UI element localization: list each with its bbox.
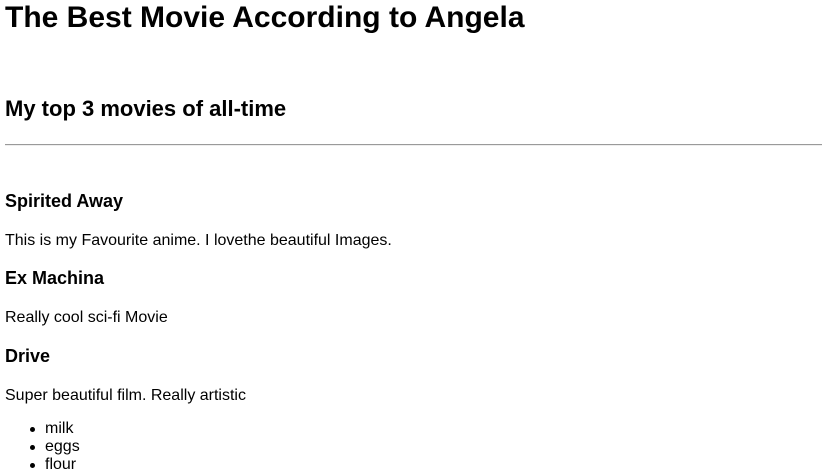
list-item: eggs — [0, 438, 80, 456]
list-item-label: flour — [45, 456, 77, 473]
movie-title-2: Ex Machina — [5, 268, 105, 288]
movie-title-1: Spirited Away — [5, 191, 124, 211]
list-item-label: milk — [45, 420, 74, 437]
list-item: flour — [0, 456, 80, 474]
list-item-label: eggs — [45, 438, 80, 455]
bullet-icon — [30, 445, 35, 450]
page-title: The Best Movie According to Angela — [5, 1, 525, 34]
page-subtitle: My top 3 movies of all-time — [5, 96, 287, 121]
movie-description-2: Really cool sci-fi Movie — [5, 309, 168, 326]
movie-description-3: Super beautiful film. Really artistic — [5, 387, 246, 404]
movie-description-1: This is my Favourite anime. I lovethe be… — [5, 232, 392, 249]
bullet-icon — [30, 463, 35, 468]
page: The Best Movie According to Angela My to… — [0, 0, 822, 475]
list-item: milk — [0, 420, 80, 438]
shopping-list: milk eggs flour — [0, 420, 80, 474]
movie-title-3: Drive — [5, 346, 51, 366]
divider — [5, 144, 822, 146]
bullet-icon — [30, 427, 35, 432]
